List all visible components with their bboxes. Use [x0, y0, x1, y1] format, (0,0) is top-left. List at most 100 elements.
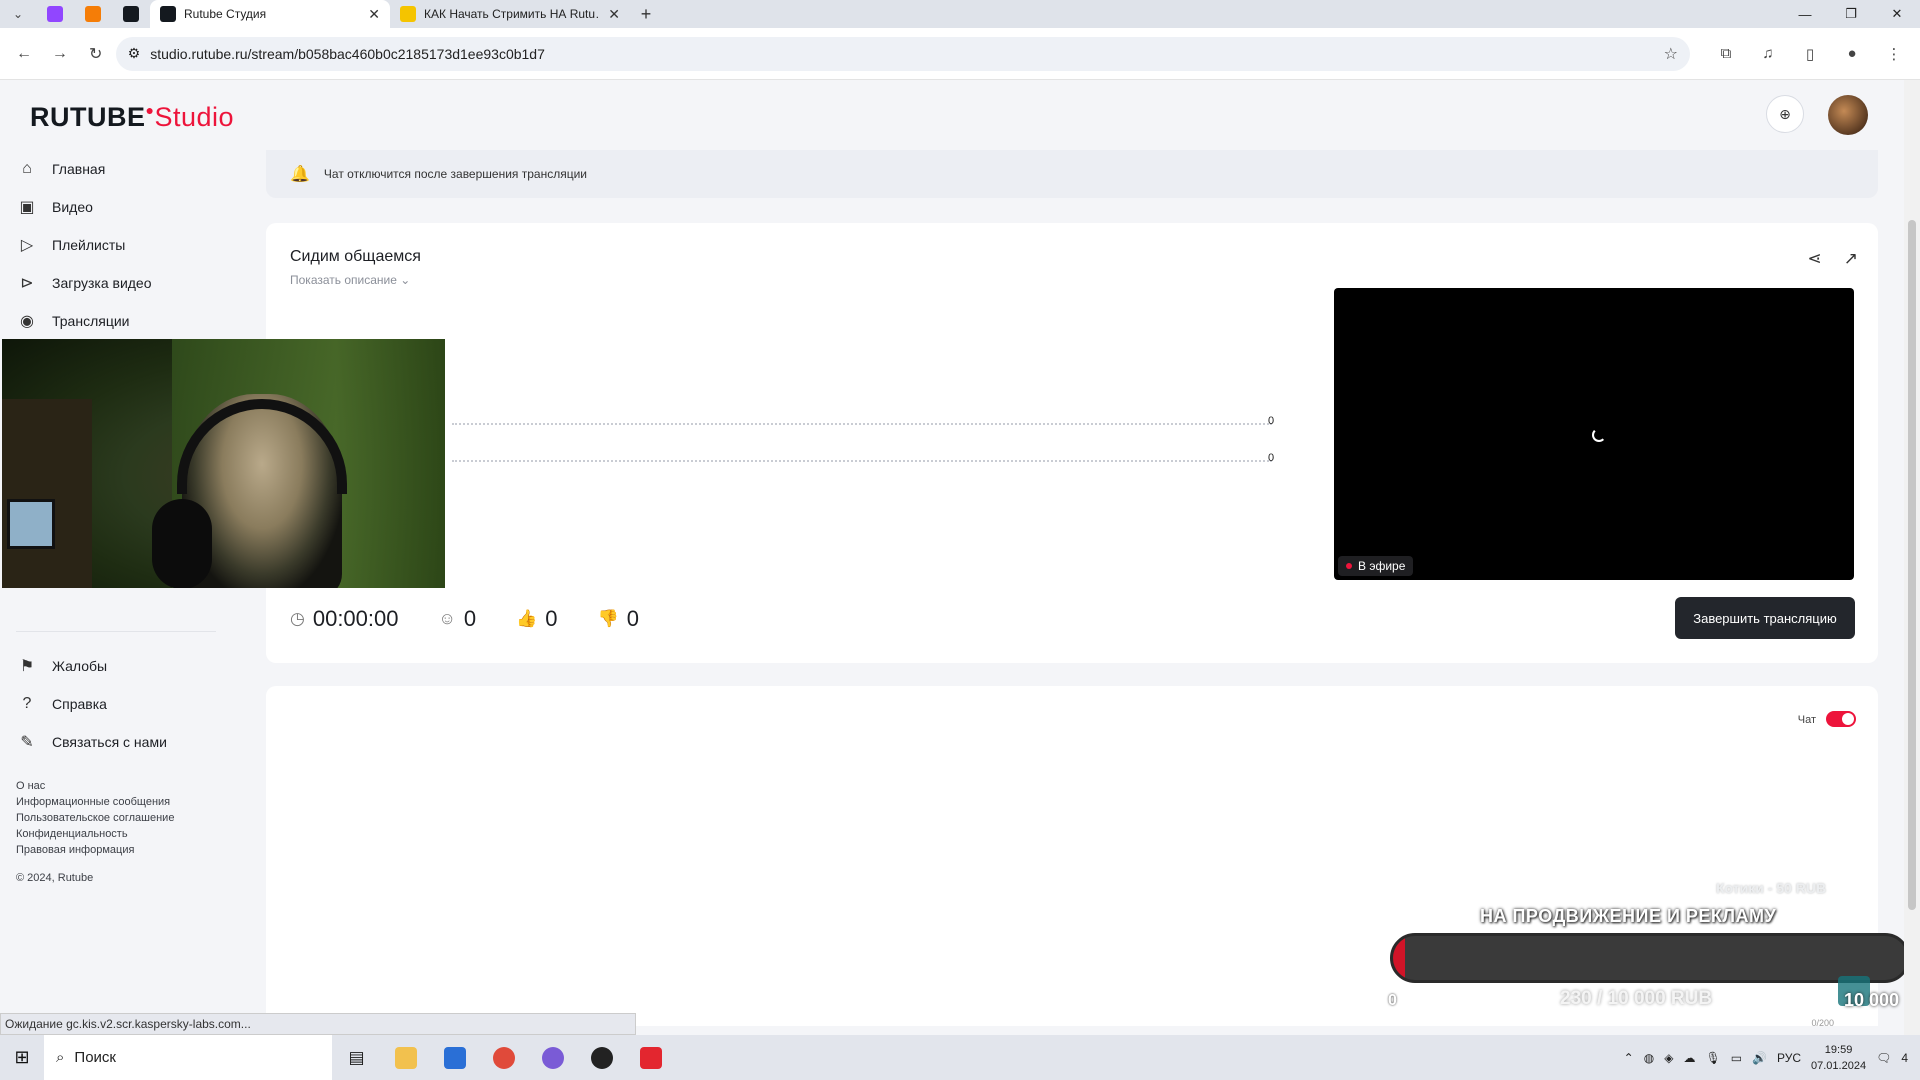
close-tab-icon[interactable]: ✕ [608, 6, 620, 23]
file-explorer-icon[interactable] [381, 1035, 430, 1080]
close-window-icon[interactable]: ✕ [1874, 0, 1920, 28]
language-indicator[interactable]: РУС [1777, 1051, 1801, 1065]
stream-card: Сидим общаемся Показать описание ⌄ ⋖ ↗ 0… [266, 223, 1878, 663]
sidebar-item-home[interactable]: ⌂ Главная [0, 150, 152, 188]
plus-square-icon: ⊕ [1779, 105, 1791, 122]
pinned-tab-rutube[interactable] [112, 0, 150, 28]
help-icon: ? [22, 695, 32, 712]
stat-duration: ◷ 00:00:00 [290, 606, 398, 632]
chat-char-counter: 0/200 [1811, 1018, 1834, 1028]
restore-icon[interactable]: ❐ [1828, 0, 1874, 28]
pinned-tab-twitch[interactable] [36, 0, 74, 28]
cloud-icon[interactable]: ☁ [1683, 1051, 1695, 1065]
graph-line-2 [452, 460, 1272, 462]
obs-icon[interactable] [577, 1035, 626, 1080]
share-icon[interactable]: ⋖ [1808, 249, 1822, 269]
close-tab-icon[interactable]: ✕ [368, 6, 380, 23]
sidebar-item-playlists[interactable]: ▷ Плейлисты [0, 226, 152, 264]
chrome-icon[interactable] [479, 1035, 528, 1080]
sidebar-divider [16, 631, 216, 632]
address-bar[interactable]: ⚙ studio.rutube.ru/stream/b058bac460b0c2… [115, 36, 1691, 71]
page-scrollbar[interactable] [1904, 80, 1920, 1035]
browser-status-bubble: Ожидание gc.kis.v2.scr.kaspersky-labs.co… [0, 1013, 636, 1035]
taskbar-search[interactable]: ⌕ Поиск [44, 1035, 332, 1080]
stat-dislikes: 👎 0 [598, 606, 639, 632]
extensions-icon[interactable]: ⧉ [1708, 38, 1744, 70]
tab-search-button[interactable]: ⌄ [0, 0, 36, 28]
sidebar-item-video[interactable]: ▣ Видео [0, 188, 152, 226]
sidebar-item-streams[interactable]: ◉ Трансляции [0, 302, 152, 340]
sidebar-item-label: Жалобы [52, 658, 108, 674]
duration-value: 00:00:00 [312, 606, 399, 631]
chat-toggle[interactable] [1826, 711, 1856, 727]
end-stream-button[interactable]: Завершить трансляцию [1675, 597, 1855, 639]
tray-expand-icon[interactable]: ⌃ [1624, 1051, 1634, 1065]
likes-value: 0 [545, 606, 558, 631]
avatar[interactable] [1828, 95, 1868, 135]
video-player[interactable]: В эфире [1334, 288, 1854, 580]
sidebar-item-help[interactable]: ? Справка [0, 685, 167, 723]
upload-icon: ⊳ [20, 275, 34, 292]
sidebar-item-label: Связаться с нами [52, 734, 167, 750]
tray-app-icon[interactable]: ◈ [1664, 1051, 1673, 1065]
donation-start-value: 0 [1388, 992, 1397, 1009]
add-content-button[interactable]: ⊕ [1766, 95, 1804, 133]
graph-value: 0 [1268, 415, 1275, 427]
sidebar-item-label: Справка [52, 696, 107, 712]
volume-icon[interactable]: 🔊 [1752, 1051, 1767, 1065]
footer-link-terms[interactable]: Пользовательское соглашение [16, 810, 174, 826]
footer-link-legal[interactable]: Правовая информация [16, 842, 174, 858]
browser-toolbar: ← → ↻ ⚙ studio.rutube.ru/stream/b058bac4… [0, 28, 1920, 80]
tab-youtube-video[interactable]: КАК Начать Стримить НА Rutu… ✕ [390, 0, 630, 28]
steam-icon[interactable]: ◍ [1644, 1051, 1654, 1065]
show-description-toggle[interactable]: Показать описание ⌄ [290, 273, 410, 287]
bookmark-star-icon[interactable]: ☆ [1664, 44, 1678, 64]
pinned-tab-donationalerts[interactable] [74, 0, 112, 28]
footer-link-privacy[interactable]: Конфиденциальность [16, 826, 174, 842]
new-tab-button[interactable]: + [630, 0, 662, 28]
network-icon[interactable]: ▭ [1731, 1051, 1742, 1065]
task-view-icon[interactable]: ▤ [332, 1035, 381, 1080]
footer-link-info[interactable]: Информационные сообщения [16, 794, 174, 810]
broadcast-icon: ◉ [20, 313, 34, 330]
menu-icon[interactable]: ⋮ [1876, 38, 1912, 70]
chrome-profile-icon[interactable] [528, 1035, 577, 1080]
bell-icon: 🔔 [290, 166, 310, 183]
viewers-value: 0 [463, 606, 477, 631]
home-icon: ⌂ [22, 160, 32, 177]
adobe-icon[interactable] [626, 1035, 675, 1080]
copyright: © 2024, Rutube [16, 872, 94, 884]
back-icon[interactable]: ← [8, 38, 40, 70]
taskbar-clock[interactable]: 19:59 07.01.2024 [1811, 1042, 1866, 1074]
minimize-icon[interactable]: — [1782, 0, 1828, 28]
sidepanel-icon[interactable]: ▯ [1792, 38, 1828, 70]
external-link-icon[interactable]: ↗ [1844, 249, 1858, 269]
live-dot-icon [1346, 563, 1352, 569]
notifications-icon[interactable]: 🗨 [1876, 1051, 1891, 1065]
sidebar-item-label: Видео [52, 199, 93, 215]
footer-link-about[interactable]: О нас [16, 778, 174, 794]
playlist-icon: ▷ [20, 237, 34, 254]
mic-tray-icon[interactable]: 🎙 [1705, 1051, 1720, 1065]
sidebar-item-upload[interactable]: ⊳ Загрузка видео [0, 264, 151, 302]
sidebar-item-complaints[interactable]: ⚑ Жалобы [0, 647, 167, 685]
rutube-studio-logo[interactable]: RUTUBE●Studio [30, 102, 234, 133]
donation-progress-bar [1390, 933, 1910, 983]
notice-text: Чат отключится после завершения трансляц… [323, 167, 587, 181]
taskbar-search-label: Поиск [74, 1049, 116, 1066]
windows-start-icon[interactable]: ⊞ [0, 1035, 44, 1080]
stat-likes: 👍 0 [516, 606, 557, 632]
profile-icon[interactable]: ● [1834, 38, 1870, 70]
media-control-icon[interactable]: ♫ [1750, 38, 1786, 70]
site-info-icon[interactable]: ⚙ [128, 45, 141, 62]
tab-rutube-studio[interactable]: Rutube Студия ✕ [150, 0, 390, 28]
reload-icon[interactable]: ↻ [80, 38, 112, 70]
clock-time: 19:59 [1824, 1043, 1853, 1056]
forward-icon[interactable]: → [44, 38, 76, 70]
scrollbar-thumb[interactable] [1908, 220, 1916, 910]
webcam-overlay [2, 339, 445, 588]
sidebar-item-contact[interactable]: ✎ Связаться с нами [0, 723, 167, 761]
sidebar-item-label: Трансляции [52, 313, 130, 329]
footer-links: О нас Информационные сообщения Пользоват… [16, 778, 174, 858]
store-icon[interactable] [430, 1035, 479, 1080]
